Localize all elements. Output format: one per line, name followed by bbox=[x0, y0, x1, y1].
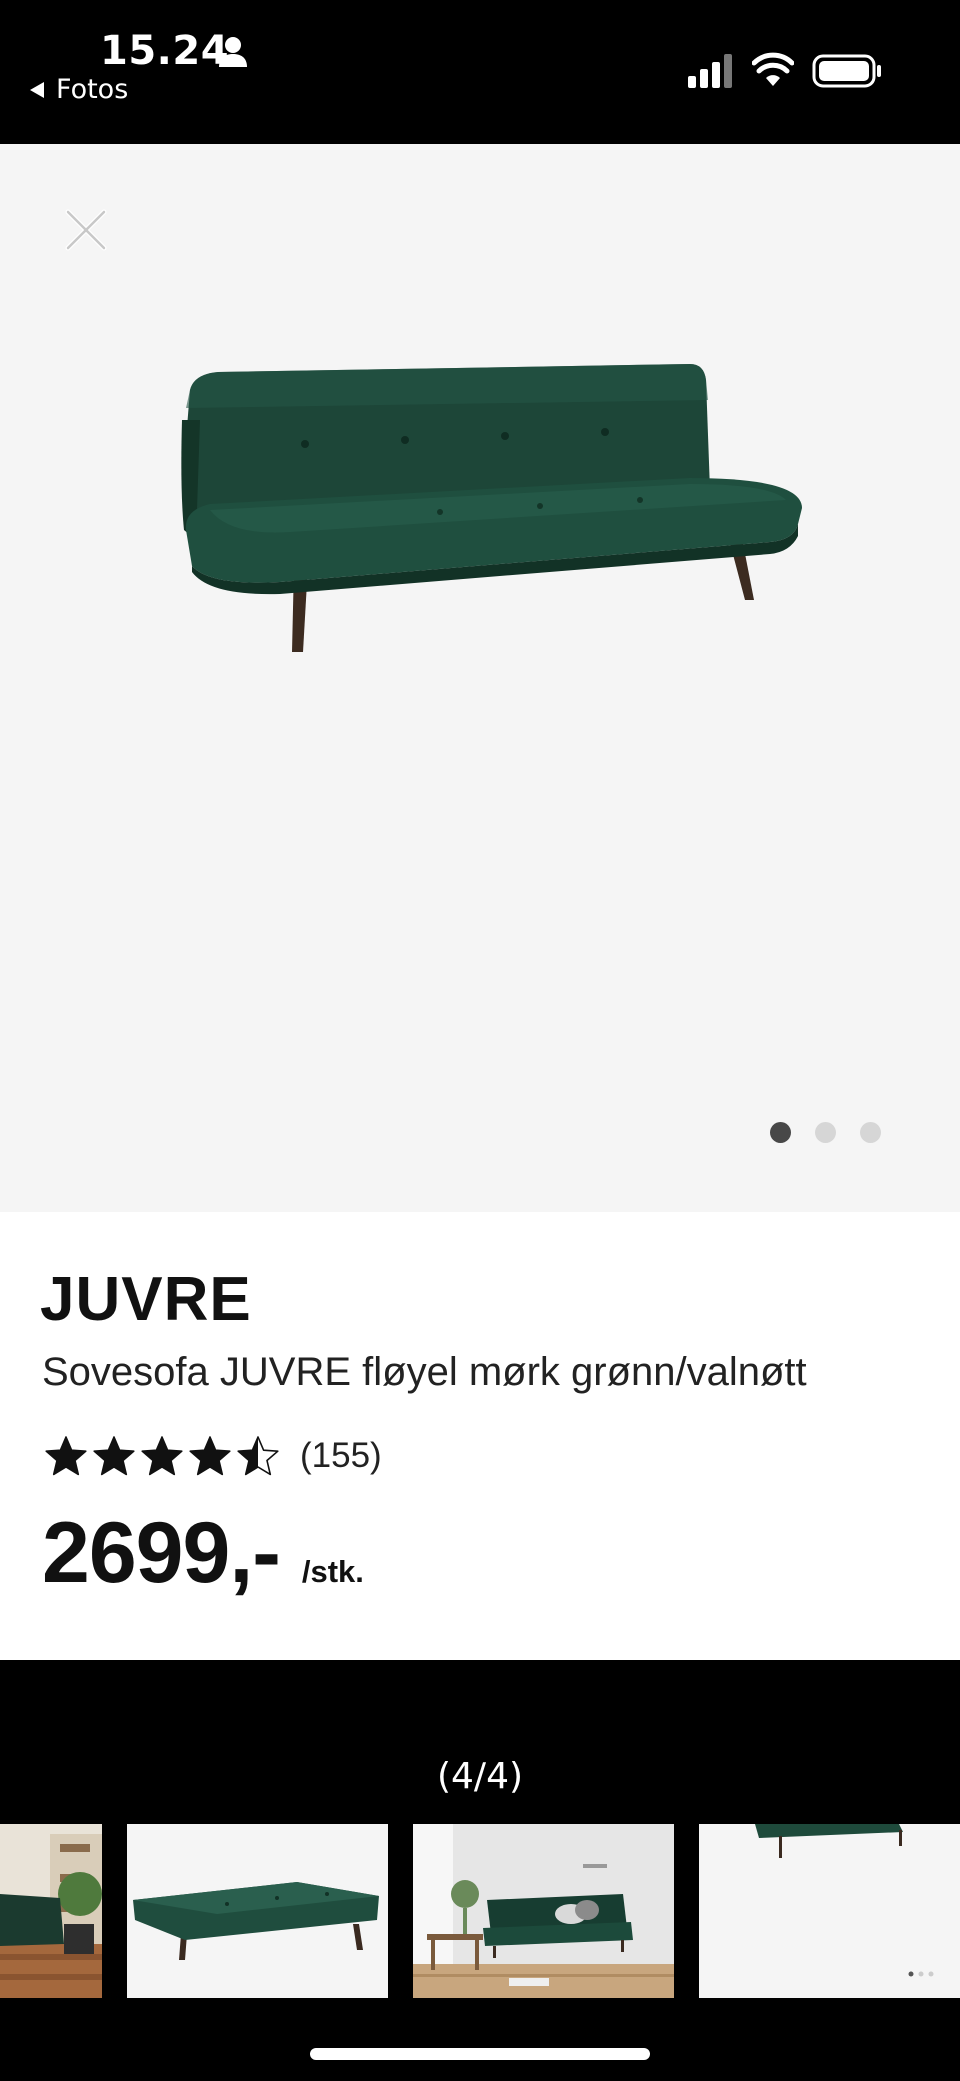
product-description: Sovesofa JUVRE fløyel mørk grønn/valnøtt bbox=[42, 1350, 807, 1394]
price-unit: /stk. bbox=[301, 1554, 364, 1589]
star-icon bbox=[189, 1436, 231, 1476]
wifi-icon bbox=[752, 52, 794, 86]
back-link-label: Fotos bbox=[56, 74, 129, 105]
price-value: 2699,- bbox=[42, 1505, 281, 1601]
back-to-photos-link[interactable]: Fotos bbox=[30, 74, 128, 105]
carousel-dot[interactable] bbox=[860, 1122, 881, 1143]
thumbnail-4[interactable] bbox=[699, 1824, 960, 1998]
star-icon bbox=[45, 1436, 87, 1476]
close-icon[interactable] bbox=[60, 204, 112, 256]
back-arrow-icon bbox=[30, 81, 44, 98]
battery-icon bbox=[812, 54, 881, 88]
star-icon bbox=[237, 1436, 279, 1476]
thumbnail-2[interactable] bbox=[127, 1824, 388, 1998]
review-count[interactable]: (155) bbox=[300, 1436, 382, 1476]
thumbnail-strip[interactable] bbox=[0, 1824, 960, 2000]
product-brand: JUVRE bbox=[40, 1265, 252, 1334]
product-image-sofa bbox=[181, 364, 802, 652]
star-icon bbox=[93, 1436, 135, 1476]
thumbnail-1[interactable] bbox=[0, 1824, 102, 1998]
carousel-dot[interactable] bbox=[770, 1122, 791, 1143]
product-info-card: JUVRE Sovesofa JUVRE fløyel mørk grønn/v… bbox=[0, 1212, 960, 1660]
product-rating[interactable]: (155) bbox=[44, 1434, 382, 1478]
carousel-dot[interactable] bbox=[815, 1122, 836, 1143]
home-indicator[interactable] bbox=[310, 2048, 650, 2060]
thumbnail-3[interactable] bbox=[413, 1824, 674, 1998]
star-icon bbox=[141, 1436, 183, 1476]
rating-stars bbox=[44, 1434, 280, 1478]
status-time: 15.24 bbox=[100, 28, 230, 74]
status-bar: 15.24 Fotos bbox=[0, 0, 960, 144]
carousel-pagination[interactable] bbox=[770, 1122, 881, 1143]
person-icon bbox=[219, 37, 247, 67]
product-price: 2699,- /stk. bbox=[42, 1504, 364, 1603]
product-image-area[interactable] bbox=[0, 144, 960, 1212]
photo-counter: (4/4) bbox=[436, 1756, 524, 1797]
cellular-signal-icon bbox=[688, 54, 732, 88]
